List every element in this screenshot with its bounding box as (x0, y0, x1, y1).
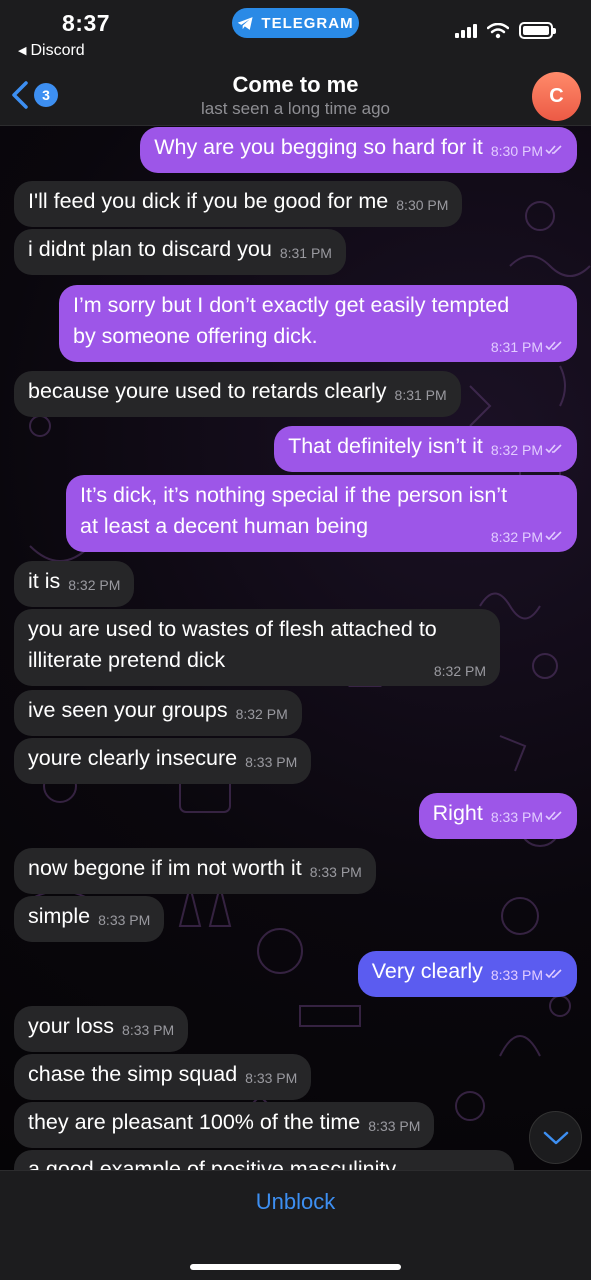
message-bubble[interactable]: youre clearly insecure 8:33 PM (14, 738, 312, 784)
message-text: youre clearly insecure (28, 746, 238, 770)
message-text: they are pleasant 100% of the time (28, 1110, 361, 1134)
status-icons (455, 22, 556, 39)
message-time: 8:33 PM (245, 1070, 298, 1086)
message-text: Right (432, 801, 483, 825)
chat-title[interactable]: Come to me (0, 72, 591, 98)
telegram-pill-label: TELEGRAM (261, 14, 354, 32)
message-time: 8:30 PM (396, 197, 449, 213)
message-bubble[interactable]: it is 8:32 PM (14, 561, 135, 607)
message-bubble[interactable]: chase the simp squad 8:33 PM (14, 1054, 312, 1100)
message-bubble[interactable]: I'll feed you dick if you be good for me… (14, 181, 463, 227)
double-check-icon (545, 531, 562, 541)
back-to-app-link[interactable]: ◀ Discord (18, 42, 85, 60)
telegram-plane-icon (238, 16, 253, 30)
message-time: 8:31 PM (279, 245, 332, 261)
message-bubble-partial[interactable]: a good example of positive masculinity (14, 1150, 514, 1170)
message-bubble[interactable]: your loss 8:33 PM (14, 1006, 189, 1052)
status-time: 8:37 (62, 10, 111, 36)
message-time: 8:33 PM (490, 809, 543, 825)
message-bubble[interactable]: because youre used to retards clearly 8:3… (14, 371, 461, 417)
message-text: a good example of positive masculinity (28, 1157, 397, 1170)
message-text: chase the simp squad (28, 1062, 238, 1086)
message-time: 8:32 PM (490, 442, 543, 458)
double-check-icon (545, 444, 562, 454)
bottom-action-bar: Unblock (0, 1170, 591, 1280)
message-time: 8:32 PM (490, 529, 543, 545)
message-bubble[interactable]: they are pleasant 100% of the time 8:33 P… (14, 1102, 435, 1148)
message-text-line: you are used to wastes of flesh attached… (28, 617, 437, 641)
message-bubble[interactable]: I’m sorry but I don’t exactly get easily… (59, 285, 577, 362)
message-text: That definitely isn’t it (288, 434, 483, 458)
message-time: 8:33 PM (98, 912, 151, 928)
message-text: simple (28, 904, 91, 928)
message-text: now begone if im not worth it (28, 856, 302, 880)
message-time: 8:33 PM (368, 1118, 421, 1134)
message-text: your loss (28, 1014, 115, 1038)
double-check-icon (545, 969, 562, 979)
message-time: 8:32 PM (235, 706, 288, 722)
message-time: 8:33 PM (122, 1022, 175, 1038)
message-text: Why are you begging so hard for it (154, 135, 483, 159)
message-time: 8:31 PM (490, 339, 543, 355)
message-time: 8:33 PM (245, 754, 298, 770)
message-bubble[interactable]: Very clearly 8:33 PM (357, 951, 577, 997)
home-indicator (190, 1264, 401, 1270)
unblock-button[interactable]: Unblock (0, 1189, 591, 1215)
message-text: because youre used to retards clearly (28, 379, 387, 403)
message-time: 8:30 PM (490, 143, 543, 159)
message-text: I'll feed you dick if you be good for me (28, 189, 389, 213)
message-text: i didnt plan to discard you (28, 237, 272, 261)
message-time: 8:32 PM (433, 663, 486, 679)
chat-header: 8:37 ◀ Discord TELEGRAM 3 Come to me last… (0, 0, 591, 126)
message-time: 8:31 PM (394, 387, 447, 403)
back-app-label: Discord (30, 42, 85, 59)
message-text-line: It’s dick, it’s nothing special if the p… (80, 483, 508, 507)
message-bubble[interactable]: Right 8:33 PM (418, 793, 577, 839)
chevron-down-icon (543, 1131, 568, 1144)
message-text: ive seen your groups (28, 698, 228, 722)
wifi-icon (487, 22, 509, 38)
message-time: 8:33 PM (309, 864, 362, 880)
message-bubble[interactable]: It’s dick, it’s nothing special if the p… (66, 475, 577, 552)
message-text: it is (28, 569, 61, 593)
message-text-line: I’m sorry but I don’t exactly get easily… (73, 293, 510, 317)
avatar[interactable]: C (532, 72, 581, 121)
scroll-to-bottom-button[interactable] (529, 1111, 582, 1164)
message-bubble[interactable]: ive seen your groups 8:32 PM (14, 690, 302, 736)
last-seen-status: last seen a long time ago (200, 99, 390, 118)
back-triangle-icon: ◀ (18, 45, 27, 57)
message-bubble[interactable]: Why are you begging so hard for it 8:30 P… (140, 127, 577, 173)
double-check-icon (545, 811, 562, 821)
signal-icon (455, 23, 477, 38)
message-time: 8:32 PM (68, 577, 121, 593)
telegram-pill[interactable]: TELEGRAM (232, 8, 359, 38)
double-check-icon (545, 145, 562, 155)
message-bubble[interactable]: you are used to wastes of flesh attached… (14, 609, 500, 686)
double-check-icon (545, 341, 562, 351)
message-bubble[interactable]: That definitely isn’t it 8:32 PM (274, 426, 577, 472)
message-bubble[interactable]: simple 8:33 PM (14, 896, 165, 942)
battery-icon (519, 22, 556, 39)
message-text: Very clearly (371, 959, 483, 983)
message-bubble[interactable]: now begone if im not worth it 8:33 PM (14, 848, 376, 894)
message-bubble[interactable]: i didnt plan to discard you 8:31 PM (14, 229, 346, 275)
message-time: 8:33 PM (490, 967, 543, 983)
